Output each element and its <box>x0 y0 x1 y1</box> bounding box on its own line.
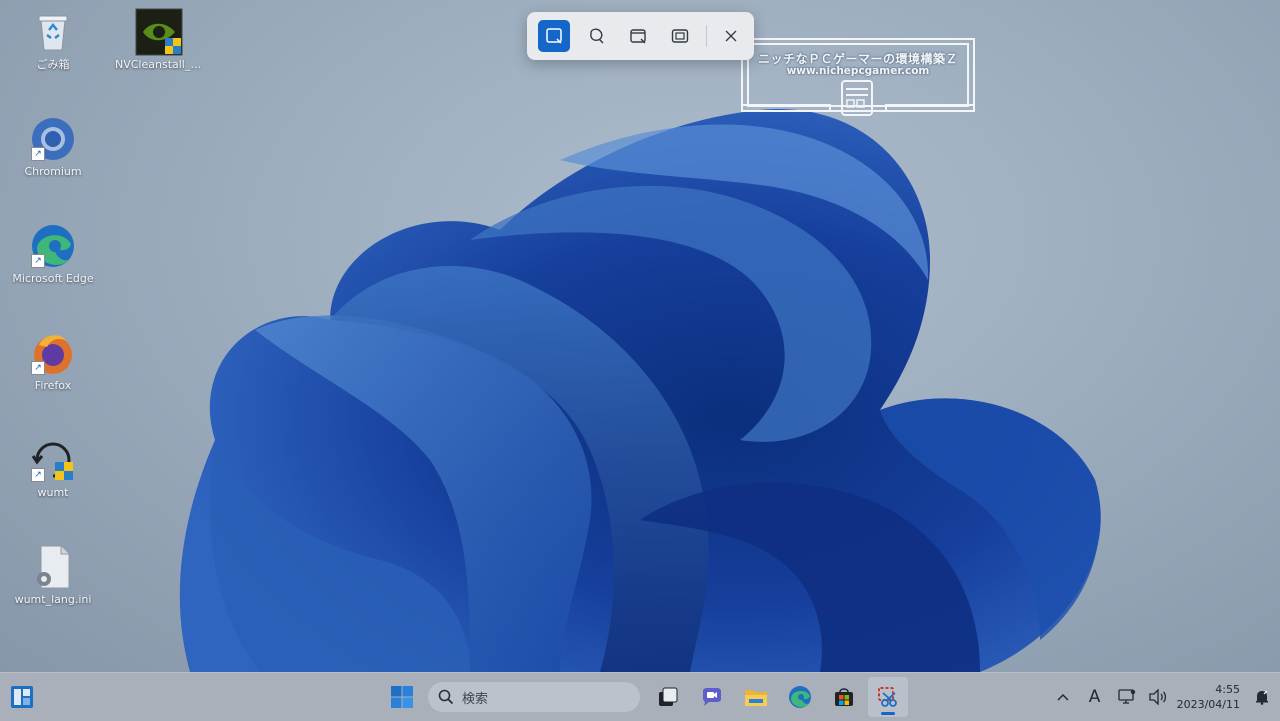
taskbar-apps: 検索 <box>380 677 910 717</box>
volume-button[interactable] <box>1147 681 1169 713</box>
wumt-icon: ↗ <box>29 436 77 484</box>
desktop-icon-label: ごみ箱 <box>36 58 70 71</box>
chevron-up-icon <box>1057 693 1069 701</box>
desktop-icon-label: wumt_lang.ini <box>14 593 92 606</box>
file-explorer-icon <box>745 690 767 706</box>
close-snip-button[interactable] <box>717 20 745 52</box>
ime-indicator[interactable]: A <box>1083 681 1107 713</box>
shortcut-arrow-icon: ↗ <box>31 361 45 375</box>
rectangle-snip-icon <box>546 28 562 44</box>
watermark-logo: ニッチなＰＣゲーマーの環境構築Ｚ www.nichepcgamer.com <box>740 37 976 117</box>
search-placeholder: 検索 <box>462 691 489 707</box>
edge-icon: ↗ <box>29 222 77 270</box>
freeform-snip-button[interactable] <box>580 20 612 52</box>
task-view-icon <box>659 687 678 706</box>
desktop-icon-label: Firefox <box>34 379 72 392</box>
network-button[interactable] <box>1115 681 1139 713</box>
show-hidden-icons-button[interactable] <box>1051 681 1075 713</box>
desktop-icon-firefox[interactable]: ↗ Firefox <box>7 329 99 393</box>
search-icon <box>438 689 454 705</box>
desktop-icon-label: NVCleanstall_NVI... <box>115 58 205 71</box>
teams-chat-button[interactable] <box>692 677 732 717</box>
start-icon <box>391 686 413 708</box>
taskbar: 検索 A 4:55 2023/04/11 <box>0 672 1280 721</box>
snipping-toolbar <box>527 12 754 60</box>
clock-date: 2023/04/11 <box>1176 698 1240 711</box>
taskbar-search-box[interactable]: 検索 <box>428 682 640 712</box>
desktop-icon-edge[interactable]: ↗ Microsoft Edge <box>7 222 99 286</box>
nvcleanstall-icon <box>135 8 183 56</box>
window-snip-button[interactable] <box>622 20 654 52</box>
notifications-button[interactable] <box>1252 681 1272 713</box>
recycle-bin-icon <box>29 8 77 56</box>
desktop-icon-label: Microsoft Edge <box>12 272 94 285</box>
shortcut-arrow-icon: ↗ <box>31 468 45 482</box>
watermark-url: www.nichepcgamer.com <box>786 65 930 77</box>
widgets-icon <box>11 686 33 708</box>
toolbar-divider <box>706 25 707 47</box>
shortcut-arrow-icon: ↗ <box>31 254 45 268</box>
desktop-icon-chromium[interactable]: ↗ Chromium <box>7 115 99 179</box>
teams-chat-icon <box>703 688 721 706</box>
network-icon <box>1117 689 1135 704</box>
task-view-button[interactable] <box>648 677 688 717</box>
firefox-icon: ↗ <box>29 329 77 377</box>
desktop-icon-recycle-bin[interactable]: ごみ箱 <box>7 8 99 72</box>
rectangle-snip-button[interactable] <box>538 20 570 52</box>
volume-icon <box>1148 689 1166 705</box>
store-icon <box>835 688 853 706</box>
file-explorer-button[interactable] <box>736 677 776 717</box>
freeform-snip-icon <box>590 28 604 44</box>
close-icon <box>725 30 737 42</box>
snipping-tool-button[interactable] <box>868 677 908 717</box>
fullscreen-snip-button[interactable] <box>664 20 696 52</box>
active-app-indicator <box>881 712 895 715</box>
desktop-icon-label: Chromium <box>24 165 82 178</box>
start-button[interactable] <box>382 677 422 717</box>
ini-file-icon <box>29 543 77 591</box>
clock[interactable]: 4:55 2023/04/11 <box>1177 682 1240 712</box>
window-snip-icon <box>630 29 646 44</box>
widgets-button[interactable] <box>10 685 34 709</box>
desktop-icon-nvcleanstall[interactable]: NVCleanstall_NVI... <box>113 8 205 72</box>
desktop-icon-label: wumt <box>37 486 69 499</box>
chromium-icon: ↗ <box>29 115 77 163</box>
fullscreen-snip-icon <box>671 29 689 43</box>
clock-time: 4:55 <box>1215 683 1240 696</box>
desktop: ごみ箱 NVCleanstall_NVI... ↗ Chromium <box>0 0 1280 672</box>
edge-taskbar-button[interactable] <box>780 677 820 717</box>
desktop-icon-wumt[interactable]: ↗ wumt <box>7 436 99 500</box>
snipping-tool-icon <box>878 687 897 707</box>
shortcut-arrow-icon: ↗ <box>31 147 45 161</box>
bloom-wallpaper <box>179 109 1101 672</box>
store-button[interactable] <box>824 677 864 717</box>
edge-icon <box>789 686 811 708</box>
notification-bell-icon <box>1256 690 1268 705</box>
desktop-icon-ini-file[interactable]: wumt_lang.ini <box>7 543 99 607</box>
system-tray: A 4:55 2023/04/11 <box>1047 673 1280 721</box>
